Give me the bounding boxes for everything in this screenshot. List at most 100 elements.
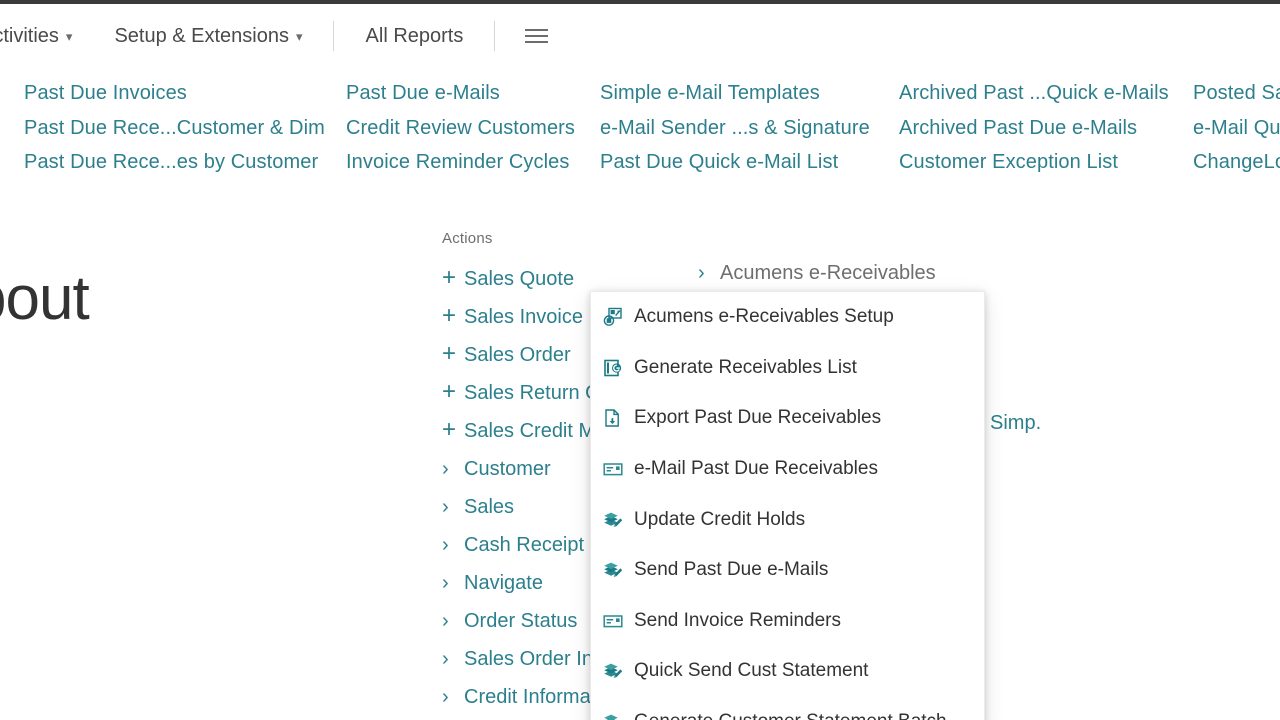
chevron-right-icon: › (442, 497, 464, 517)
quick-links-column-1: Past Due Invoices Past Due Rece...Custom… (24, 76, 346, 180)
action-item-sales-order-inquiry[interactable]: › Sales Order Inquiry (442, 640, 590, 678)
envelope-icon (603, 459, 623, 479)
quick-links-column-5: Posted Sa e-Mail Qu ChangeLo (1193, 76, 1280, 180)
action-item-sales-return-order[interactable]: + Sales Return Order (442, 374, 590, 412)
action-item-credit-information[interactable]: › Credit Information (442, 678, 590, 716)
menu-item-export-past-due-receivables[interactable]: Export Past Due Receivables (591, 393, 984, 444)
plus-icon: + (442, 418, 464, 442)
menu-item-acumens-e-receivables-setup[interactable]: Acumens e-Receivables Setup (591, 292, 984, 343)
batch-edit-icon (603, 712, 623, 720)
page-title: bout (0, 268, 89, 330)
menu-item-update-credit-holds[interactable]: Update Credit Holds (591, 494, 984, 545)
quick-links-row: Past Due Invoices Past Due Rece...Custom… (0, 76, 1280, 180)
chevron-right-icon: › (442, 535, 464, 555)
action-item-label: Sales (464, 496, 514, 519)
action-item-acumens-e-receivables[interactable]: › Acumens e-Receivables (698, 262, 936, 285)
nav-item-label: All Reports (366, 25, 464, 48)
nav-divider (333, 21, 334, 51)
plus-icon: + (442, 266, 464, 290)
chevron-right-icon: › (698, 262, 720, 285)
action-item-acumens-emails[interactable]: › Acumens e-Mails (442, 716, 590, 720)
menu-item-generate-customer-statement-batch[interactable]: Generate Customer Statement Batch (591, 697, 984, 720)
action-item-label: Sales Order (464, 344, 571, 367)
quick-link[interactable]: Invoice Reminder Cycles (346, 145, 600, 180)
quick-links-column-4: Archived Past ...Quick e-Mails Archived … (899, 76, 1193, 180)
chevron-down-icon: ▾ (296, 29, 303, 45)
action-item-cash-receipt[interactable]: › Cash Receipt (442, 526, 590, 564)
menu-item-quick-send-cust-statement[interactable]: Quick Send Cust Statement (591, 646, 984, 697)
batch-edit-icon (603, 560, 623, 580)
quick-link[interactable]: Posted Sa (1193, 76, 1280, 111)
action-item-label: Sales Return Order (464, 382, 590, 405)
chevron-right-icon: › (442, 611, 464, 631)
action-item-label: Acumens e-Receivables (720, 262, 936, 285)
acumens-e-receivables-submenu: Acumens e-Receivables Setup Generate Rec… (590, 291, 985, 720)
quick-link[interactable]: Past Due Rece...es by Customer (24, 145, 346, 180)
menu-item-label: e-Mail Past Due Receivables (634, 458, 878, 480)
quick-link[interactable]: Past Due Rece...Customer & Dim (24, 111, 346, 146)
chevron-right-icon: › (442, 649, 464, 669)
menu-item-label: Update Credit Holds (634, 509, 805, 531)
nav-item-label: Activities (0, 25, 59, 48)
menu-item-label: Send Past Due e-Mails (634, 559, 828, 581)
action-item-label: Navigate (464, 572, 543, 595)
menu-item-label: Export Past Due Receivables (634, 407, 881, 429)
quick-link[interactable]: Archived Past Due e-Mails (899, 111, 1193, 146)
chevron-right-icon: › (442, 573, 464, 593)
app-root: Activities ▾ Setup & Extensions ▾ All Re… (0, 0, 1280, 720)
action-item-label: Sales Quote (464, 268, 574, 291)
action-item-label: Customer (464, 458, 551, 481)
quick-link[interactable]: Credit Review Customers (346, 111, 600, 146)
quick-links-column-2: Past Due e-Mails Credit Review Customers… (346, 76, 600, 180)
action-item-label: Cash Receipt (464, 534, 584, 557)
action-item-order-status[interactable]: › Order Status (442, 602, 590, 640)
quick-links-column-3: Simple e-Mail Templates e-Mail Sender ..… (600, 76, 899, 180)
quick-link[interactable]: e-Mail Sender ...s & Signature (600, 111, 899, 146)
quick-link[interactable]: ChangeLo (1193, 145, 1280, 180)
plus-icon: + (442, 380, 464, 404)
chevron-right-icon: › (442, 687, 464, 707)
top-navigation-bar: Activities ▾ Setup & Extensions ▾ All Re… (0, 4, 1280, 68)
quick-link[interactable]: Past Due Quick e-Mail List (600, 145, 899, 180)
action-item-label: Sales Credit Memo (464, 420, 590, 443)
actions-caption: Actions (442, 230, 702, 247)
action-item-label: Sales Order Inquiry (464, 648, 590, 671)
quick-link[interactable]: Simple e-Mail Templates (600, 76, 899, 111)
batch-edit-icon (603, 510, 623, 530)
action-item-label: Credit Information (464, 686, 590, 709)
background-link-fragment[interactable]: Simp. (990, 412, 1041, 435)
envelope-icon (603, 611, 623, 631)
menu-item-email-past-due-receivables[interactable]: e-Mail Past Due Receivables (591, 444, 984, 495)
nav-item-all-reports[interactable]: All Reports (366, 25, 464, 48)
action-item-sales-credit-memo[interactable]: + Sales Credit Memo (442, 412, 590, 450)
menu-item-generate-receivables-list[interactable]: Generate Receivables List (591, 343, 984, 394)
menu-item-label: Acumens e-Receivables Setup (634, 306, 894, 328)
nav-item-label: Setup & Extensions (114, 25, 289, 48)
action-item-label: Sales Invoice (464, 306, 583, 329)
quick-links-grid: Past Due Invoices Past Due Rece...Custom… (0, 76, 1280, 180)
setup-grid-icon (603, 307, 623, 327)
chevron-right-icon: › (442, 459, 464, 479)
nav-item-setup-extensions[interactable]: Setup & Extensions ▾ (114, 25, 302, 48)
quick-link[interactable]: Customer Exception List (899, 145, 1193, 180)
chevron-down-icon: ▾ (66, 29, 73, 45)
batch-edit-icon (603, 661, 623, 681)
action-item-label: Order Status (464, 610, 577, 633)
quick-link[interactable]: e-Mail Qu (1193, 111, 1280, 146)
generate-list-icon (603, 358, 623, 378)
quick-link[interactable]: Past Due e-Mails (346, 76, 600, 111)
plus-icon: + (442, 304, 464, 328)
menu-item-send-invoice-reminders[interactable]: Send Invoice Reminders (591, 596, 984, 647)
menu-item-label: Send Invoice Reminders (634, 610, 841, 632)
export-document-icon (603, 408, 623, 428)
menu-item-label: Quick Send Cust Statement (634, 660, 868, 682)
hamburger-icon[interactable] (525, 29, 548, 43)
nav-divider (494, 21, 495, 51)
menu-item-send-past-due-emails[interactable]: Send Past Due e-Mails (591, 545, 984, 596)
plus-icon: + (442, 342, 464, 366)
nav-item-activities[interactable]: Activities ▾ (0, 25, 72, 48)
menu-item-label: Generate Receivables List (634, 357, 857, 379)
menu-item-label: Generate Customer Statement Batch (634, 711, 947, 720)
quick-link[interactable]: Archived Past ...Quick e-Mails (899, 76, 1193, 111)
quick-link[interactable]: Past Due Invoices (24, 76, 346, 111)
